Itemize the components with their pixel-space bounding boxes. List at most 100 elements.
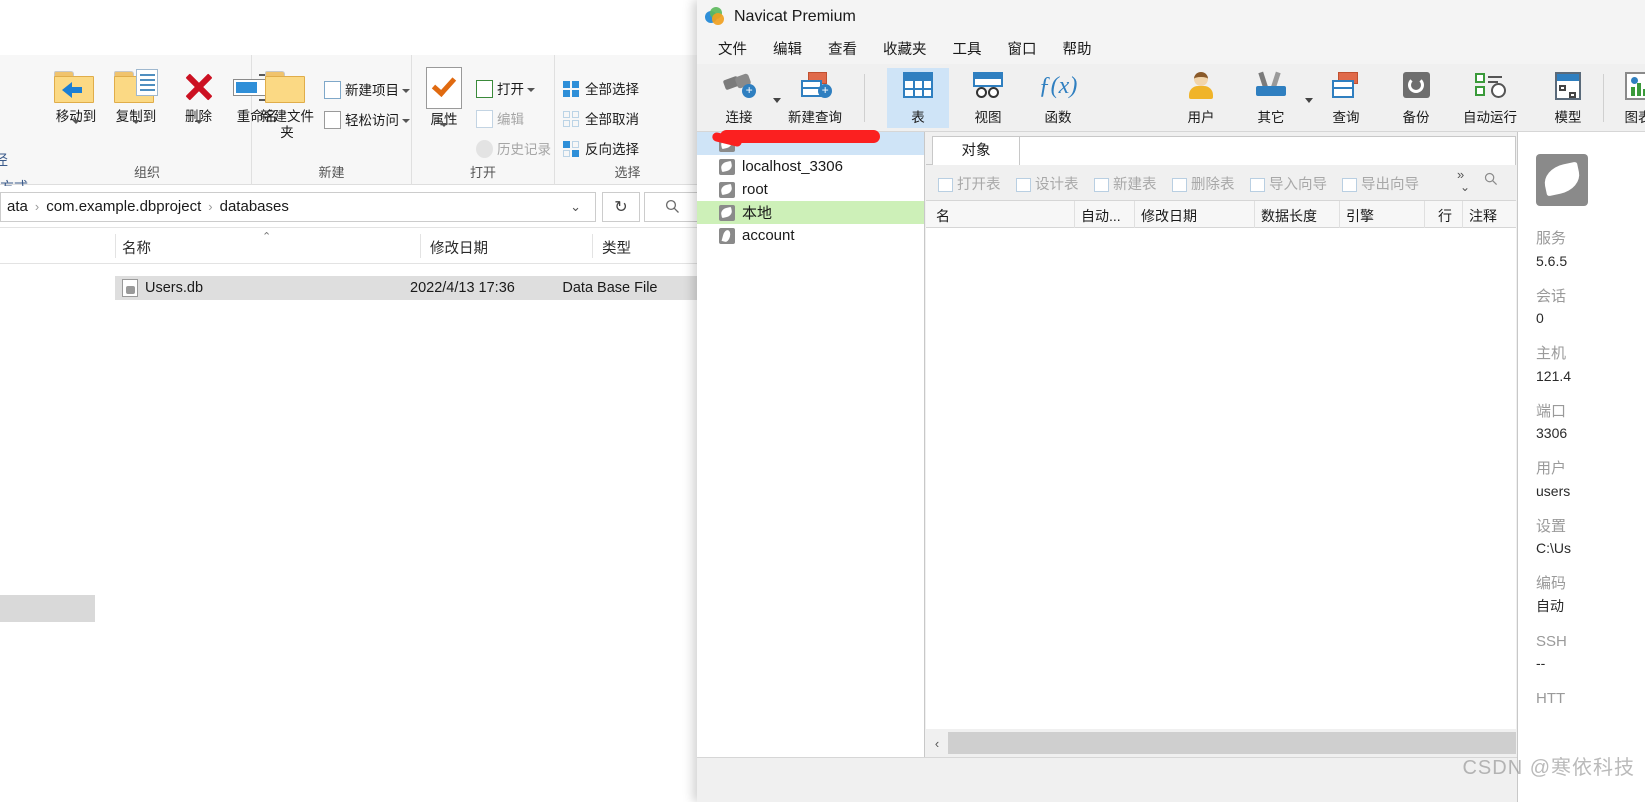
object-grid-body[interactable] [926, 228, 1516, 729]
object-pane: 对象 打开表 设计表 新建表 删除表 导入向导 导出向导 » ⌄ 名 自动...… [926, 132, 1516, 757]
search-icon [1484, 172, 1498, 186]
breadcrumb-segment-1[interactable]: com.example.dbproject [46, 198, 201, 215]
menu-window[interactable]: 窗口 [995, 34, 1050, 63]
toolbar-query-label: 查询 [1332, 110, 1360, 125]
invert-selection-icon [563, 141, 580, 158]
open-button[interactable]: 打开 [476, 78, 535, 98]
info-row-ssh: SSH -- [1536, 631, 1645, 675]
obj-column-rows[interactable]: 行 [1438, 206, 1452, 226]
obj-column-data-length[interactable]: 数据长度 [1261, 206, 1317, 226]
toolbar-table-label: 表 [911, 110, 925, 125]
column-header-type[interactable]: 类型 [602, 237, 631, 258]
easy-access-caret-icon[interactable] [402, 119, 410, 124]
menu-file[interactable]: 文件 [705, 34, 760, 63]
backup-icon [1402, 72, 1430, 98]
tree-item-root[interactable]: root [697, 178, 924, 201]
breadcrumb[interactable]: ata › com.example.dbproject › databases … [0, 191, 596, 222]
breadcrumb-segment-2[interactable]: databases [220, 198, 289, 215]
view-icon [973, 72, 1003, 98]
obj-column-engine[interactable]: 引擎 [1346, 206, 1374, 226]
tree-item-local[interactable]: 本地 [697, 201, 924, 224]
move-to-caret-icon[interactable] [72, 119, 80, 124]
menu-view[interactable]: 查看 [815, 34, 870, 63]
new-item-caret-icon[interactable] [402, 89, 410, 94]
info-value-server: 5.6.5 [1536, 252, 1568, 269]
properties-caret-icon[interactable] [440, 122, 448, 127]
function-icon: ƒ(x) [1038, 73, 1078, 99]
ribbon-group-open-label: 打开 [469, 165, 496, 180]
obj-column-auto-increment[interactable]: 自动... [1081, 206, 1121, 226]
toolbar-connect-label: 连接 [725, 110, 753, 125]
other-dropdown-caret-icon[interactable] [1305, 98, 1313, 103]
toolbar-automation-button[interactable]: 自动运行 [1451, 68, 1529, 128]
search-input[interactable] [644, 191, 700, 222]
new-folder-icon [265, 69, 309, 105]
invert-selection-button[interactable]: 反向选择 [563, 138, 639, 158]
chevron-down-icon[interactable]: ⌄ [562, 199, 589, 215]
main-toolbar: + 连接 + 新建查询 表 视图 ƒ(x) 函数 用户 其它 查询 备份 自动运… [697, 64, 1645, 132]
new-table-button: 新建表 [1094, 173, 1157, 194]
file-list-row[interactable]: Users.db 2022/4/13 17:36 Data Base File [115, 276, 700, 300]
info-row-encoding: 编码 自动 [1536, 573, 1645, 617]
move-to-button[interactable]: 移动到 [45, 69, 107, 125]
column-header-name[interactable]: 名称 [122, 237, 151, 258]
menu-tools[interactable]: 工具 [940, 34, 995, 63]
scroll-left-button[interactable]: ‹ [926, 729, 948, 757]
connect-icon: + [722, 72, 756, 98]
column-header-modified[interactable]: 修改日期 [430, 237, 488, 258]
open-caret-icon[interactable] [527, 88, 535, 93]
refresh-button[interactable]: ↻ [602, 191, 640, 222]
new-item-button[interactable]: 新建项目 [324, 79, 410, 99]
info-row-http: HTT [1536, 688, 1645, 711]
info-row-settings: 设置 C:\Us [1536, 516, 1645, 560]
menu-help[interactable]: 帮助 [1050, 34, 1105, 63]
tree-item-localhost-3306[interactable]: localhost_3306 [697, 155, 924, 178]
toolbar-model-button[interactable]: 模型 [1537, 68, 1599, 128]
info-value-ssh: -- [1536, 655, 1546, 671]
obj-column-name[interactable]: 名 [936, 206, 950, 226]
select-none-button[interactable]: 全部取消 [563, 108, 639, 128]
toolbar-other-button[interactable]: 其它 [1240, 68, 1302, 128]
object-search-button[interactable] [1484, 172, 1498, 190]
properties-button[interactable]: 属性 [416, 67, 472, 128]
mysql-dolphin-icon [1536, 154, 1588, 206]
delete-button[interactable]: 删除 [171, 69, 226, 125]
toolbar-overflow-caret-icon[interactable]: ⌄ [1460, 180, 1470, 194]
info-key-host: 主机 [1536, 345, 1567, 362]
menu-edit[interactable]: 编辑 [760, 34, 815, 63]
new-table-label: 新建表 [1113, 177, 1157, 193]
file-explorer-window: 径 建方式 移动到 复制到 删除 [0, 0, 700, 802]
toolbar-view-button[interactable]: 视图 [957, 68, 1019, 128]
new-folder-button[interactable]: 新建文件夹 [256, 69, 318, 140]
horizontal-scrollbar[interactable]: ‹ [926, 729, 1516, 757]
tree-item-label: account [742, 227, 795, 244]
new-query-icon: + [798, 72, 832, 98]
redaction-mark [720, 130, 880, 143]
tab-objects[interactable]: 对象 [932, 136, 1020, 165]
menu-favorites[interactable]: 收藏夹 [870, 34, 940, 63]
delete-caret-icon[interactable] [194, 119, 203, 124]
easy-access-button[interactable]: 轻松访问 [324, 109, 410, 129]
toolbar-chart-button[interactable]: 图表 [1607, 68, 1645, 128]
toolbar-user-button[interactable]: 用户 [1170, 68, 1232, 128]
import-wizard-label: 导入向导 [1269, 177, 1327, 193]
export-wizard-button: 导出向导 [1342, 173, 1419, 194]
copy-to-caret-icon[interactable] [132, 119, 140, 124]
toolbar-new-query-button[interactable]: + 新建查询 [776, 68, 854, 128]
obj-column-comment[interactable]: 注释 [1469, 206, 1497, 226]
select-all-button[interactable]: 全部选择 [563, 78, 639, 98]
copy-to-button[interactable]: 复制到 [105, 69, 167, 125]
tree-item-label: 本地 [742, 205, 773, 222]
toolbar-function-button[interactable]: ƒ(x) 函数 [1027, 68, 1089, 128]
tree-item-account[interactable]: account [697, 224, 924, 247]
obj-column-modified[interactable]: 修改日期 [1141, 206, 1197, 226]
toolbar-connect-button[interactable]: + 连接 [706, 68, 772, 128]
info-value-port: 3306 [1536, 425, 1568, 441]
mysql-connection-icon [719, 181, 735, 198]
open-label: 打开 [497, 82, 524, 97]
scrollbar-thumb[interactable] [948, 732, 1516, 754]
toolbar-table-button[interactable]: 表 [887, 68, 949, 128]
toolbar-backup-button[interactable]: 备份 [1385, 68, 1447, 128]
toolbar-query-button[interactable]: 查询 [1315, 68, 1377, 128]
breadcrumb-segment-0[interactable]: ata [7, 198, 28, 215]
